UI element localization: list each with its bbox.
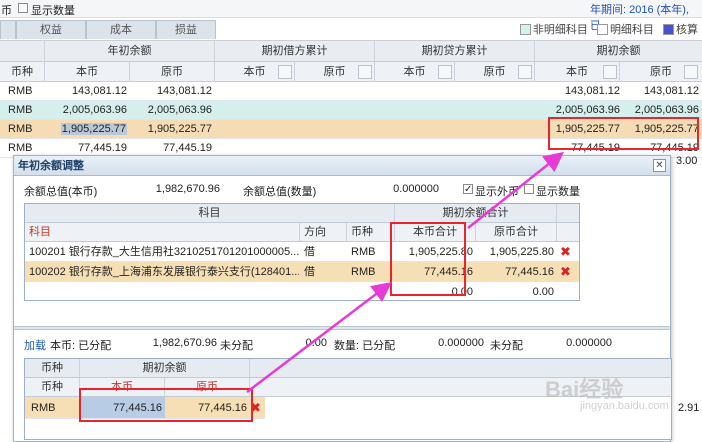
watermark-url: jingyan.baidu.com <box>580 400 669 412</box>
arrow <box>246 281 392 393</box>
arrow <box>467 151 564 229</box>
